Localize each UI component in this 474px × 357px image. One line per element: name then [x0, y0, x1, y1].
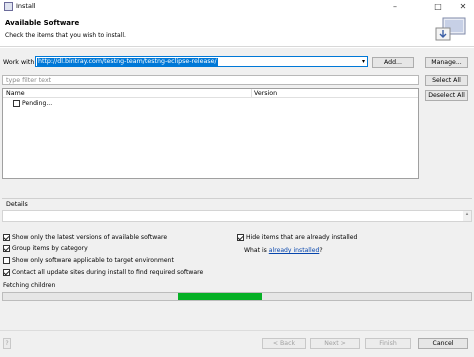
progress-bar: [2, 292, 472, 301]
progress-fill: [178, 293, 262, 300]
column-name[interactable]: Name: [6, 90, 25, 97]
select-all-button[interactable]: Select All: [425, 75, 468, 86]
install-icon: [4, 2, 13, 11]
footer-divider: [0, 330, 474, 331]
work-with-value[interactable]: http://dl.bintray.com/testng-team/testng…: [37, 58, 218, 66]
latest-versions-label: Show only the latest versions of availab…: [12, 234, 168, 241]
applicable-only-option[interactable]: Show only software applicable to target …: [3, 257, 174, 265]
progress-label: Fetching children: [3, 282, 56, 289]
tree-item-checkbox[interactable]: [13, 100, 20, 107]
column-divider[interactable]: [251, 89, 252, 98]
latest-versions-option[interactable]: Show only the latest versions of availab…: [3, 234, 167, 242]
work-with-label: Work with:: [3, 59, 37, 66]
back-button[interactable]: < Back: [262, 338, 306, 349]
deselect-all-button[interactable]: Deselect All: [425, 90, 468, 101]
hide-installed-option[interactable]: Hide items that are already installed: [237, 234, 357, 242]
page-title: Available Software: [5, 19, 80, 27]
column-version[interactable]: Version: [254, 90, 277, 97]
window-title: Install: [16, 2, 36, 10]
latest-versions-checkbox[interactable]: [3, 234, 10, 241]
finish-button[interactable]: Finish: [365, 338, 411, 349]
tree-item[interactable]: Pending...: [13, 100, 52, 108]
work-with-combo[interactable]: http://dl.bintray.com/testng-team/testng…: [35, 56, 368, 67]
title-bar: Install – □ ✕: [0, 0, 474, 13]
next-button[interactable]: Next >: [310, 338, 360, 349]
minimize-icon[interactable]: –: [384, 0, 406, 13]
group-by-category-checkbox[interactable]: [3, 245, 10, 252]
filter-placeholder: type filter text: [6, 77, 52, 84]
add-button[interactable]: Add...: [372, 57, 414, 68]
chevron-down-icon[interactable]: ▾: [362, 58, 365, 65]
details-label: Details: [6, 201, 28, 208]
help-button[interactable]: ?: [3, 338, 11, 349]
tree-item-label: Pending...: [22, 100, 53, 107]
what-is-installed: What is already installed?: [244, 247, 323, 254]
install-wizard-icon: [435, 17, 466, 41]
manage-button[interactable]: Manage...: [425, 57, 468, 68]
page-subtitle: Check the items that you wish to install…: [5, 32, 126, 39]
details-scrollbar[interactable]: ▴: [463, 211, 471, 221]
group-by-category-option[interactable]: Group items by category: [3, 245, 88, 253]
close-icon[interactable]: ✕: [452, 0, 474, 13]
contact-sites-label: Contact all update sites during install …: [12, 269, 204, 276]
contact-sites-option[interactable]: Contact all update sites during install …: [3, 269, 203, 277]
cancel-button[interactable]: Cancel: [418, 338, 468, 349]
hide-installed-checkbox[interactable]: [237, 234, 244, 241]
details-divider: [2, 198, 472, 199]
software-tree[interactable]: Name Version Pending...: [2, 88, 419, 179]
details-text: ▴: [2, 210, 472, 222]
already-installed-link[interactable]: already installed: [269, 247, 320, 254]
contact-sites-checkbox[interactable]: [3, 269, 10, 276]
what-is-suffix: ?: [319, 247, 323, 254]
maximize-icon[interactable]: □: [427, 0, 449, 13]
filter-input[interactable]: type filter text: [2, 75, 419, 85]
group-by-category-label: Group items by category: [12, 245, 88, 252]
what-is-prefix: What is: [244, 247, 269, 254]
hide-installed-label: Hide items that are already installed: [246, 234, 358, 241]
tree-header: Name Version: [3, 89, 418, 98]
applicable-only-label: Show only software applicable to target …: [12, 257, 174, 264]
applicable-only-checkbox[interactable]: [3, 257, 10, 264]
